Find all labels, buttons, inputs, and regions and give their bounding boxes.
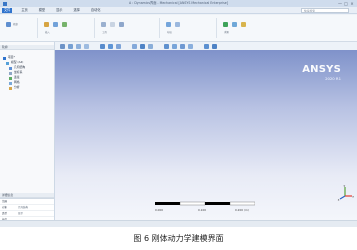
geometry-icon[interactable] <box>53 22 58 27</box>
x-axis-label: x <box>352 194 354 198</box>
rotate-icon[interactable] <box>68 43 73 49</box>
tree-item-geometry[interactable]: 几何结构 <box>14 66 25 69</box>
tree-root[interactable]: 项目* <box>8 56 15 59</box>
coordinate-system-icon <box>9 72 12 75</box>
outline-title: 轮廓 <box>0 45 54 50</box>
tool-icon[interactable] <box>101 22 106 27</box>
window-title-bar: A : Dynamics界面 - Mechanical [ANSYS Mecha… <box>0 0 357 7</box>
figure-page: A : Dynamics界面 - Mechanical [ANSYS Mecha… <box>0 0 357 250</box>
window-title: A : Dynamics界面 - Mechanical [ANSYS Mecha… <box>129 1 228 5</box>
ribbon-toolbar: 轮廓 插入 工具 布局 求解 <box>0 15 357 42</box>
solve-icon[interactable] <box>223 22 228 27</box>
scale-label-left: 0.000 <box>155 208 163 212</box>
insert-icon[interactable] <box>44 22 49 27</box>
ribbon-group-layout-label: 布局 <box>167 31 172 34</box>
scale-label-middle: 0.100 <box>198 208 206 212</box>
menu-file[interactable]: 文件 <box>2 7 13 13</box>
outline-panel: 轮廓 项目* 模型 (A4) 几何结构 坐标系 连接 网格 分析 详细信息 范围 <box>0 42 55 220</box>
ribbon-group-insert: 插入 <box>40 18 95 38</box>
project-tree-icon <box>3 57 6 60</box>
connection-tree-icon <box>9 77 12 80</box>
results-icon[interactable] <box>241 22 246 27</box>
tree-item-connection[interactable]: 连接 <box>14 76 20 79</box>
ribbon-group-solve-label: 求解 <box>224 31 229 34</box>
scale-bar-segment-black-2 <box>205 202 230 205</box>
tree-item-model[interactable]: 模型 (A4) <box>11 61 23 64</box>
explode-icon[interactable] <box>204 43 209 49</box>
show-icon[interactable] <box>140 43 145 49</box>
window-icon[interactable] <box>175 22 180 27</box>
layout-icon[interactable] <box>166 22 171 27</box>
display-icon[interactable] <box>132 43 137 49</box>
status-bar <box>0 220 357 227</box>
menu-model[interactable]: 模型 <box>37 8 47 13</box>
model-icon <box>6 62 9 65</box>
mesh-tree-icon <box>9 82 12 85</box>
z-axis-label: z <box>338 198 340 202</box>
ribbon-group-tools-label: 工具 <box>102 31 107 34</box>
tree-item-coordinate-system[interactable]: 坐标系 <box>14 71 22 74</box>
menu-display[interactable]: 显示 <box>54 8 64 13</box>
ribbon-group-layout: 布局 <box>162 18 217 38</box>
ribbon-group-tools: 工具 <box>97 18 160 38</box>
y-axis-label: y <box>344 184 346 188</box>
scale-label-right: 0.200 (m) <box>235 208 249 212</box>
analysis-tree-icon <box>9 87 12 90</box>
ribbon-group-solve: 求解 <box>219 18 275 38</box>
select-icon[interactable] <box>60 43 65 49</box>
scale-bar-segment-white-1 <box>179 201 206 206</box>
menu-home[interactable]: 主页 <box>19 8 29 13</box>
zoom-icon[interactable] <box>84 43 89 49</box>
solution-icon[interactable] <box>232 22 237 27</box>
tool-settings-icon[interactable] <box>110 22 115 27</box>
details-grid: 范围 对象 几何结构 类型 显示 长度 单位 <box>0 198 54 220</box>
ribbon-group-outline: 轮廓 <box>2 18 38 38</box>
menu-automation[interactable]: 自动化 <box>89 8 103 13</box>
ansys-logo: ANSYS <box>302 64 341 75</box>
ribbon-group-insert-label: 插入 <box>45 31 50 34</box>
coordinate-triad: y x z <box>338 184 355 202</box>
edge-select-icon[interactable] <box>172 43 177 49</box>
details-value: 显示 <box>18 212 24 215</box>
hide-icon[interactable] <box>148 43 153 49</box>
tree-item-mesh[interactable]: 网格 <box>14 81 20 84</box>
measure-icon[interactable] <box>212 43 217 49</box>
z-axis-icon <box>339 195 346 200</box>
body-select-icon[interactable] <box>188 43 193 49</box>
details-label: 类型 <box>2 212 8 215</box>
geometry-tree-icon <box>9 67 12 70</box>
scale-bar-segment-black-1 <box>155 202 180 205</box>
details-label: 对象 <box>2 206 8 209</box>
outline-icon[interactable] <box>6 22 11 27</box>
section-icon[interactable] <box>116 43 121 49</box>
view-icon[interactable] <box>108 43 113 49</box>
pan-icon[interactable] <box>76 43 81 49</box>
graphics-viewport[interactable]: ANSYS 2020 R1 <box>55 50 357 220</box>
figure-caption: 图 6 刚体动力学建模界面 <box>133 234 224 243</box>
tool-table-icon[interactable] <box>119 22 124 27</box>
connection-icon[interactable] <box>62 22 67 27</box>
details-label: 范围 <box>2 200 8 203</box>
face-select-icon[interactable] <box>164 43 169 49</box>
vertex-select-icon[interactable] <box>180 43 185 49</box>
application-icon <box>3 1 7 6</box>
fit-icon[interactable] <box>100 43 105 49</box>
close-button[interactable]: × <box>349 1 355 6</box>
ribbon-group-outline-label: 轮廓 <box>13 23 18 26</box>
scale-bar: 0.000 0.100 0.200 (m) <box>155 201 255 212</box>
details-value: 几何结构 <box>18 206 29 209</box>
scale-bar-segment-white-2 <box>229 201 255 206</box>
version-label: 2020 R1 <box>325 76 341 81</box>
menu-selection[interactable]: 选择 <box>72 8 82 13</box>
quick-search-input[interactable]: 快速搜索 <box>301 8 349 13</box>
tree-item-analysis[interactable]: 分析 <box>14 86 20 89</box>
ansys-mechanical-window: A : Dynamics界面 - Mechanical [ANSYS Mecha… <box>0 0 357 220</box>
